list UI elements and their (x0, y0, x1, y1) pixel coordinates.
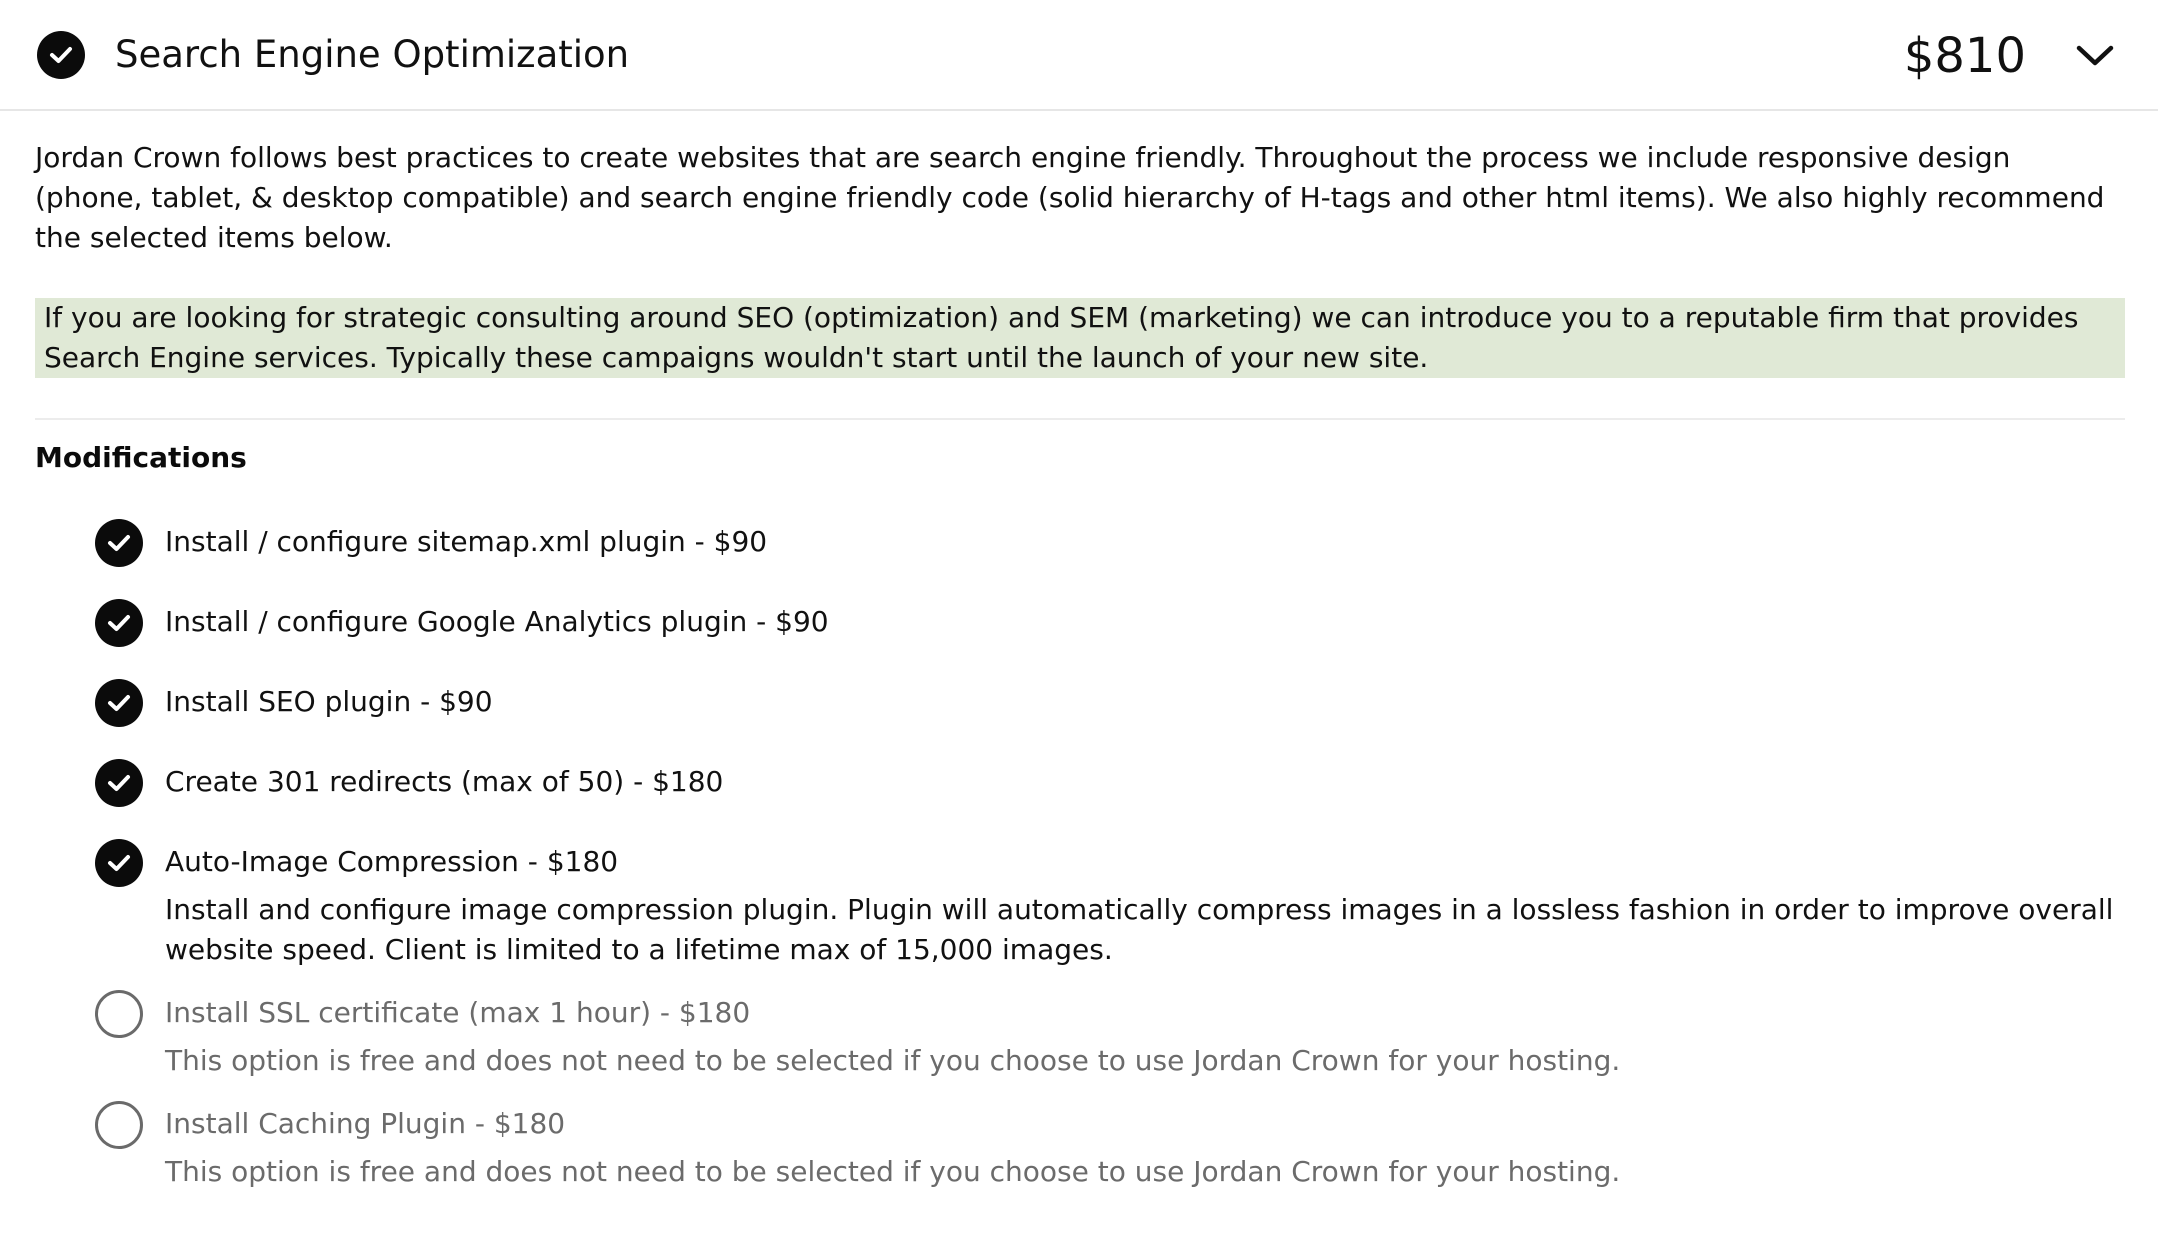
modifications-heading: Modifications (35, 441, 247, 474)
check-circle-icon[interactable] (95, 679, 143, 727)
modification-description: Install and configure image compression … (165, 893, 2114, 966)
modification-label[interactable]: Install SEO plugin - $90 (165, 682, 493, 722)
section-title: Search Engine Optimization (115, 33, 630, 76)
chevron-down-icon[interactable] (2073, 40, 2117, 70)
consulting-note: If you are looking for strategic consult… (35, 298, 2125, 378)
modification-label[interactable]: Install / configure Google Analytics plu… (165, 602, 829, 642)
check-circle-icon[interactable] (95, 599, 143, 647)
modification-label[interactable]: Install / configure sitemap.xml plugin -… (165, 522, 767, 562)
check-circle-icon[interactable] (95, 839, 143, 887)
divider (35, 418, 2125, 420)
empty-circle-checkbox[interactable] (95, 990, 143, 1038)
check-circle-icon[interactable] (95, 759, 143, 807)
modification-description: This option is free and does not need to… (165, 1155, 1621, 1188)
section-header[interactable]: Search Engine Optimization $810 (0, 0, 2158, 111)
modification-label[interactable]: Auto-Image Compression - $180 (165, 842, 618, 882)
modification-description: This option is free and does not need to… (165, 1044, 1621, 1077)
empty-circle-checkbox[interactable] (95, 1101, 143, 1149)
modification-label[interactable]: Install Caching Plugin - $180 (165, 1104, 565, 1144)
check-circle-icon[interactable] (95, 519, 143, 567)
section-description: Jordan Crown follows best practices to c… (35, 141, 2105, 254)
modification-label[interactable]: Create 301 redirects (max of 50) - $180 (165, 762, 723, 802)
modification-label[interactable]: Install SSL certificate (max 1 hour) - $… (165, 993, 750, 1033)
section-price: $810 (1903, 28, 2026, 84)
check-circle-icon (37, 31, 85, 79)
